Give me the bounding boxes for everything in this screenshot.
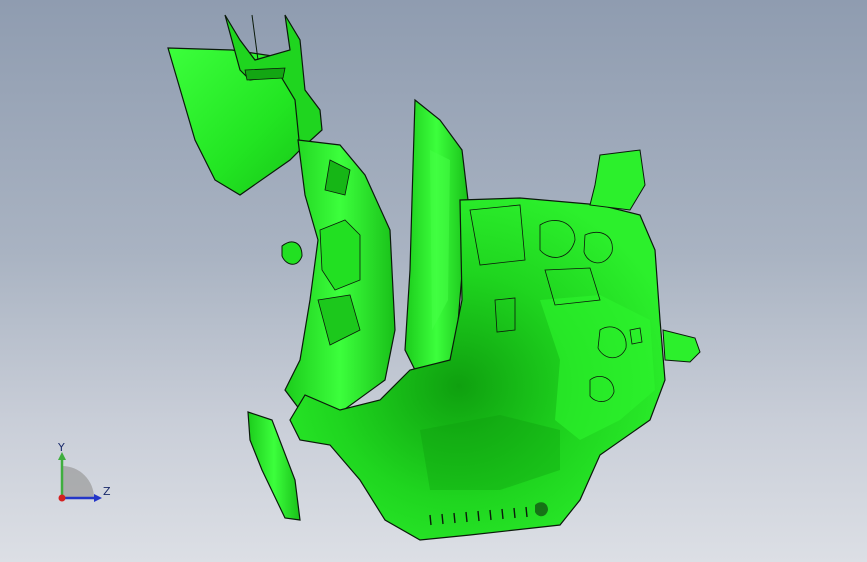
left-wall: [281, 139, 396, 421]
y-axis-label: Y: [58, 441, 65, 454]
z-axis-arrowhead: [94, 494, 102, 502]
graphics-viewport[interactable]: Y Z: [0, 0, 867, 562]
upper-left-flap: [167, 14, 323, 196]
origin-dot: [58, 494, 66, 502]
3d-part-model[interactable]: [0, 0, 867, 562]
z-axis-label: Z: [103, 485, 111, 498]
lower-left-tab: [247, 411, 301, 521]
coordinate-triad: Y Z: [48, 440, 118, 510]
